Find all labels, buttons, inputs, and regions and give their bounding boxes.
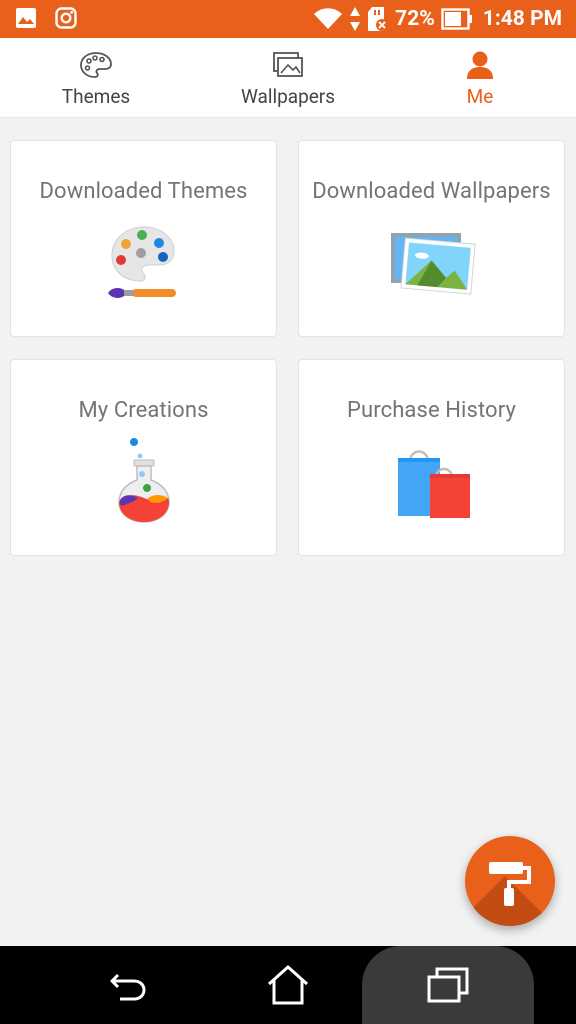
home-button[interactable] <box>248 946 328 1024</box>
back-icon <box>110 973 146 1001</box>
downloaded-themes-card[interactable]: Downloaded Themes <box>10 140 277 337</box>
purchase-history-card[interactable]: Purchase History <box>298 359 565 556</box>
app-root: 72% 1:48 PM Themes Wallpapers Me Downloa… <box>0 0 576 1024</box>
tab-themes-label: Themes <box>61 85 131 108</box>
sd-card-icon <box>368 7 389 31</box>
wallpapers-icon <box>273 52 303 77</box>
navigation-bar <box>0 946 576 1024</box>
tab-bar: Themes Wallpapers Me <box>0 38 576 118</box>
potion-flask-icon <box>117 438 170 523</box>
home-icon <box>267 965 309 1005</box>
person-icon <box>467 51 493 79</box>
data-arrows-icon <box>350 7 361 31</box>
battery-icon <box>441 8 472 30</box>
tab-wallpapers[interactable]: Wallpapers <box>192 38 384 117</box>
paint-roller-icon <box>489 862 531 906</box>
wifi-icon <box>314 8 343 30</box>
palette-brush-icon <box>107 226 176 298</box>
tab-me[interactable]: Me <box>384 38 576 117</box>
gallery-icon <box>16 8 36 28</box>
card-title: My Creations <box>78 398 209 423</box>
instagram-icon <box>55 7 77 29</box>
back-button[interactable] <box>88 946 168 1024</box>
palette-icon <box>80 52 112 78</box>
paint-roller-fab[interactable] <box>465 836 555 926</box>
tab-me-label: Me <box>466 85 494 108</box>
tab-themes[interactable]: Themes <box>0 38 192 117</box>
clock: 1:48 PM <box>482 7 562 31</box>
status-bar: 72% 1:48 PM <box>0 0 576 38</box>
my-creations-card[interactable]: My Creations <box>10 359 277 556</box>
card-title: Downloaded Wallpapers <box>312 179 551 204</box>
recents-icon <box>427 967 469 1003</box>
recents-button[interactable] <box>408 946 488 1024</box>
card-title: Purchase History <box>347 398 516 423</box>
card-title: Downloaded Themes <box>39 179 248 204</box>
battery-percentage: 72% <box>395 7 435 31</box>
landscape-pictures-icon <box>390 233 476 295</box>
downloaded-wallpapers-card[interactable]: Downloaded Wallpapers <box>298 140 565 337</box>
shopping-bags-icon <box>397 450 470 518</box>
tab-wallpapers-label: Wallpapers <box>240 85 336 108</box>
